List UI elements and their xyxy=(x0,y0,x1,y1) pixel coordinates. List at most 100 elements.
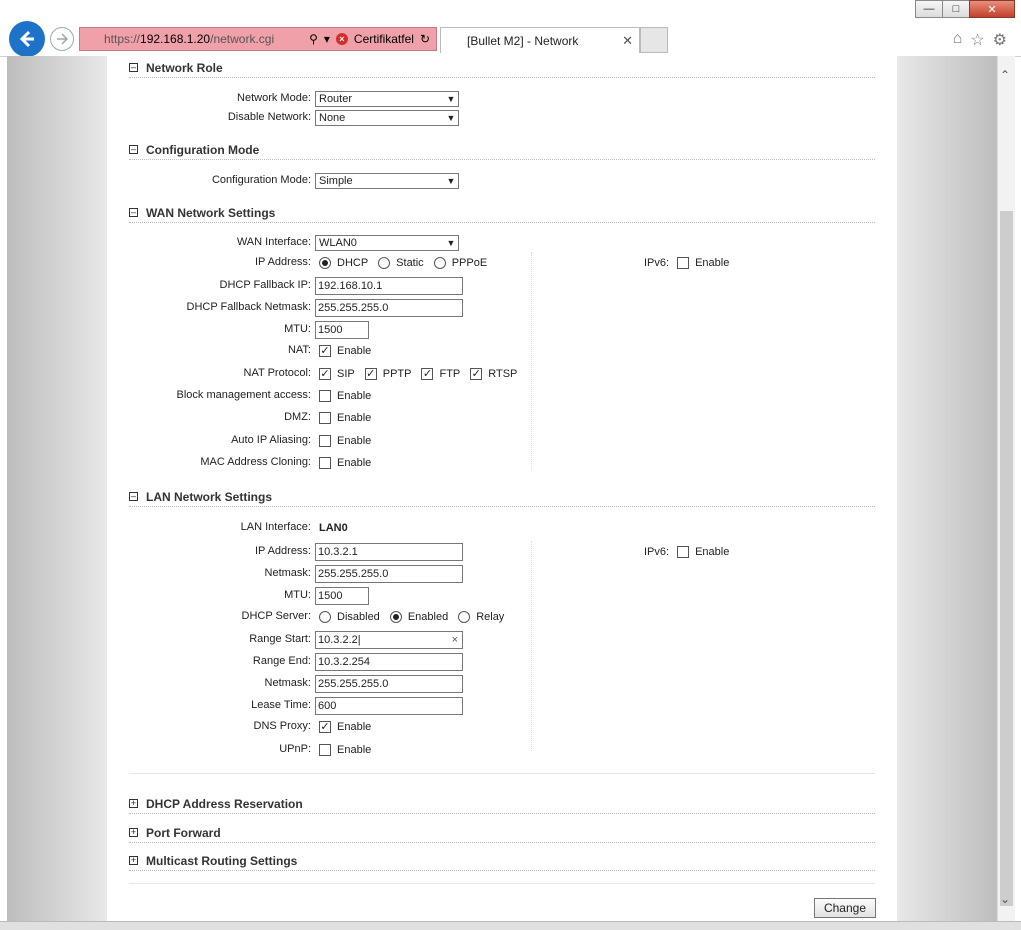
dhcp-disabled-radio[interactable] xyxy=(319,611,331,623)
block-management-checkbox[interactable] xyxy=(319,390,331,402)
close-icon: ✕ xyxy=(987,3,997,16)
collapse-icon[interactable]: – xyxy=(129,492,138,501)
dhcp-relay-radio[interactable] xyxy=(458,611,471,623)
radio-label: Relay xyxy=(476,611,505,623)
lease-time-input[interactable]: 600 xyxy=(315,697,463,715)
nat-rtsp-checkbox[interactable]: ✓ xyxy=(470,368,483,380)
section-configuration-mode[interactable]: – Configuration Mode xyxy=(129,143,875,160)
configuration-mode-select[interactable]: Simple ▼ xyxy=(315,173,459,189)
network-mode-select[interactable]: Router ▼ xyxy=(315,91,459,107)
search-icon[interactable]: ⚲ xyxy=(309,32,318,46)
collapse-icon[interactable]: – xyxy=(129,145,138,154)
nat-pptp-checkbox[interactable]: ✓ xyxy=(364,368,377,380)
checkbox-label: Enable xyxy=(337,435,372,447)
wan-ipv6-label: IPv6: xyxy=(644,257,670,269)
disable-network-select[interactable]: None ▼ xyxy=(315,110,459,126)
expand-icon[interactable]: + xyxy=(129,799,138,808)
vertical-scrollbar[interactable]: ⌃ ⌄ xyxy=(997,56,1015,921)
wan-ip-static-radio[interactable] xyxy=(378,257,391,269)
wan-interface-select[interactable]: WLAN0 ▼ xyxy=(315,235,459,251)
home-icon[interactable]: ⌂ xyxy=(953,30,963,50)
chevron-down-icon[interactable]: ▾ xyxy=(324,32,330,46)
certificate-error-icon[interactable]: × xyxy=(335,33,348,45)
browser-chrome: — □ ✕ https://192.168.1.20/network.cgi ⚲… xyxy=(0,0,1021,57)
fallback-netmask-label: DHCP Fallback Netmask: xyxy=(186,301,312,313)
range-start-input[interactable]: 10.3.2.2| × xyxy=(315,631,463,649)
arrow-left-icon xyxy=(19,30,34,48)
section-port-forward[interactable]: + Port Forward xyxy=(129,826,875,843)
section-wan-network[interactable]: – WAN Network Settings xyxy=(129,206,875,223)
forward-button[interactable] xyxy=(50,27,74,51)
dhcp-netmask-input[interactable]: 255.255.255.0 xyxy=(315,675,463,693)
fallback-ip-input[interactable]: 192.168.10.1 xyxy=(315,277,463,295)
scroll-up-icon[interactable]: ⌃ xyxy=(1000,68,1010,82)
lan-netmask-input[interactable]: 255.255.255.0 xyxy=(315,565,463,583)
certificate-error-label[interactable]: Certifikatfel xyxy=(354,32,414,46)
checkbox-label: PPTP xyxy=(382,368,412,380)
close-tab-icon[interactable]: ✕ xyxy=(622,33,633,49)
section-title: DHCP Address Reservation xyxy=(146,797,303,811)
address-bar[interactable]: https://192.168.1.20/network.cgi ⚲ ▾ × C… xyxy=(79,27,437,51)
radio-label: Static xyxy=(396,257,424,269)
fallback-netmask-input[interactable]: 255.255.255.0 xyxy=(315,299,463,317)
chevron-down-icon: ▼ xyxy=(446,113,456,123)
scrollbar-thumb[interactable] xyxy=(1000,211,1013,906)
radio-label: PPPoE xyxy=(451,257,488,269)
configuration-mode-label: Configuration Mode: xyxy=(211,174,311,186)
collapse-icon[interactable]: – xyxy=(129,63,138,72)
section-lan-network[interactable]: – LAN Network Settings xyxy=(129,490,875,507)
minimize-icon: — xyxy=(923,3,935,15)
section-multicast-routing[interactable]: + Multicast Routing Settings xyxy=(129,854,875,871)
checkbox-label: Enable xyxy=(695,546,730,558)
expand-icon[interactable]: + xyxy=(129,856,138,865)
minimize-button[interactable]: — xyxy=(915,0,943,18)
wan-mtu-input[interactable]: 1500 xyxy=(315,321,369,339)
lan-ip-input[interactable]: 10.3.2.1 xyxy=(315,543,463,561)
wan-mtu-label: MTU: xyxy=(284,323,311,335)
nat-checkbox[interactable]: ✓ xyxy=(319,345,331,357)
block-management-label: Block management access: xyxy=(176,389,311,401)
scroll-down-icon[interactable]: ⌄ xyxy=(1000,892,1010,906)
radio-label: DHCP xyxy=(337,257,369,269)
wan-ipv6-checkbox[interactable] xyxy=(677,257,690,269)
wan-ip-dhcp-radio[interactable] xyxy=(319,257,331,269)
lan-mtu-input[interactable]: 1500 xyxy=(315,587,369,605)
dmz-checkbox[interactable] xyxy=(319,412,331,424)
change-button[interactable]: Change xyxy=(814,898,876,918)
refresh-icon[interactable]: ↻ xyxy=(420,32,430,46)
nat-ftp-checkbox[interactable]: ✓ xyxy=(421,368,434,380)
wan-ip-pppoe-radio[interactable] xyxy=(433,257,446,269)
divider xyxy=(129,883,875,884)
nat-sip-checkbox[interactable]: ✓ xyxy=(319,368,331,380)
address-url[interactable]: https://192.168.1.20/network.cgi xyxy=(104,32,274,46)
favorites-star-icon[interactable]: ☆ xyxy=(970,30,984,50)
checkbox-label: Enable xyxy=(337,721,372,733)
section-network-role[interactable]: – Network Role xyxy=(129,61,875,78)
network-mode-label: Network Mode: xyxy=(237,92,311,104)
lan-ipv6-checkbox[interactable] xyxy=(677,546,690,558)
lease-time-label: Lease Time: xyxy=(251,699,311,711)
checkbox-label: Enable xyxy=(337,390,372,402)
clear-icon[interactable]: × xyxy=(452,632,458,648)
section-title: Network Role xyxy=(146,61,223,75)
dhcp-enabled-radio[interactable] xyxy=(389,611,402,623)
upnp-checkbox[interactable] xyxy=(319,744,331,756)
radio-label: Enabled xyxy=(407,611,449,623)
new-tab-button[interactable] xyxy=(640,27,668,53)
fallback-ip-label: DHCP Fallback IP: xyxy=(219,279,312,291)
section-dhcp-reservation[interactable]: + DHCP Address Reservation xyxy=(129,797,875,814)
maximize-icon: □ xyxy=(952,3,960,15)
chevron-down-icon: ▼ xyxy=(446,238,456,248)
settings-gear-icon[interactable]: ⚙ xyxy=(993,30,1007,50)
mac-cloning-checkbox[interactable] xyxy=(319,457,331,469)
range-end-input[interactable]: 10.3.2.254 xyxy=(315,653,463,671)
maximize-button[interactable]: □ xyxy=(942,0,970,18)
browser-tab[interactable]: [Bullet M2] - Network ✕ xyxy=(440,27,640,53)
auto-ip-aliasing-checkbox[interactable] xyxy=(319,435,331,447)
close-window-button[interactable]: ✕ xyxy=(969,0,1015,18)
expand-icon[interactable]: + xyxy=(129,828,138,837)
back-button[interactable] xyxy=(9,21,45,57)
collapse-icon[interactable]: – xyxy=(129,208,138,217)
checkbox-label: Enable xyxy=(337,457,372,469)
dns-proxy-checkbox[interactable]: ✓ xyxy=(319,721,331,733)
